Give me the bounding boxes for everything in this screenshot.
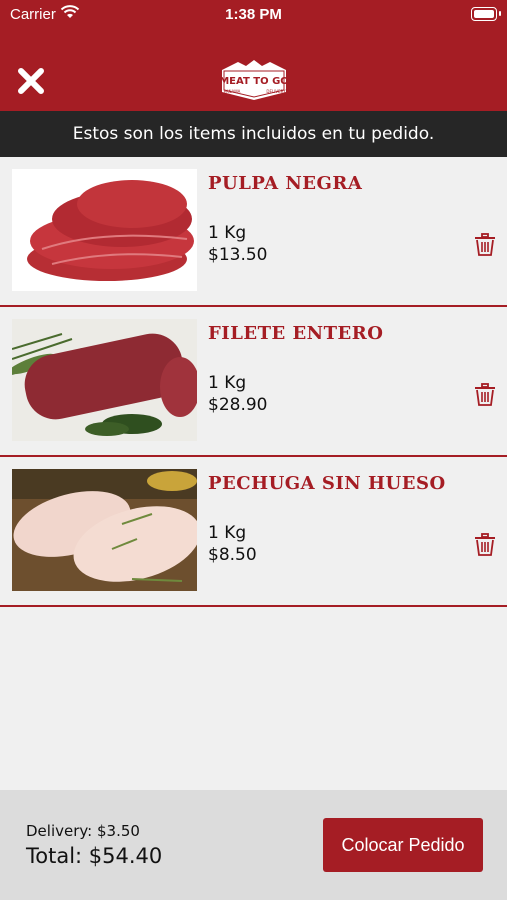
item-name: PECHUGA SIN HUESO xyxy=(208,473,446,494)
item-quantity: 1 Kg xyxy=(208,523,247,543)
order-total: Total: $54.40 xyxy=(26,844,163,868)
status-time: 1:38 PM xyxy=(225,6,282,23)
trash-icon[interactable] xyxy=(474,533,496,557)
logo-text: MEAT TO GO xyxy=(219,76,289,87)
item-name: PULPA NEGRA xyxy=(208,173,363,194)
list-item: PECHUGA SIN HUESO 1 Kg $8.50 xyxy=(0,457,507,607)
logo-left: PANAMA xyxy=(224,89,241,94)
list-item: PULPA NEGRA 1 Kg $13.50 xyxy=(0,157,507,307)
pechuga-sin-hueso-image xyxy=(12,469,197,591)
close-icon[interactable] xyxy=(16,66,46,96)
place-order-button[interactable]: Colocar Pedido xyxy=(323,818,483,872)
item-quantity: 1 Kg xyxy=(208,373,247,393)
list-item: FILETE ENTERO 1 Kg $28.90 xyxy=(0,307,507,457)
order-footer: Delivery: $3.50 Total: $54.40 Colocar Pe… xyxy=(0,790,507,900)
item-name: FILETE ENTERO xyxy=(208,323,384,344)
status-bar: Carrier 1:38 PM xyxy=(0,0,507,30)
item-quantity: 1 Kg xyxy=(208,223,247,243)
trash-icon[interactable] xyxy=(474,383,496,407)
order-banner: Estos son los items incluidos en tu pedi… xyxy=(0,111,507,157)
banner-text: Estos son los items incluidos en tu pedi… xyxy=(72,124,435,144)
order-items-list: PULPA NEGRA 1 Kg $13.50 FILETE ENTERO 1 … xyxy=(0,157,507,607)
app-header: Carrier 1:38 PM MEAT TO GO PANAMA DELIVE… xyxy=(0,0,507,111)
pulpa-negra-image xyxy=(12,169,197,291)
item-price: $13.50 xyxy=(208,245,268,265)
trash-icon[interactable] xyxy=(474,233,496,257)
filete-entero-image xyxy=(12,319,197,441)
item-price: $8.50 xyxy=(208,545,257,565)
battery-icon xyxy=(471,7,501,21)
meat-to-go-logo: MEAT TO GO PANAMA DELIVERY xyxy=(216,56,292,104)
delivery-fee: Delivery: $3.50 xyxy=(26,822,140,840)
item-price: $28.90 xyxy=(208,395,268,415)
logo-right: DELIVERY xyxy=(266,89,286,94)
